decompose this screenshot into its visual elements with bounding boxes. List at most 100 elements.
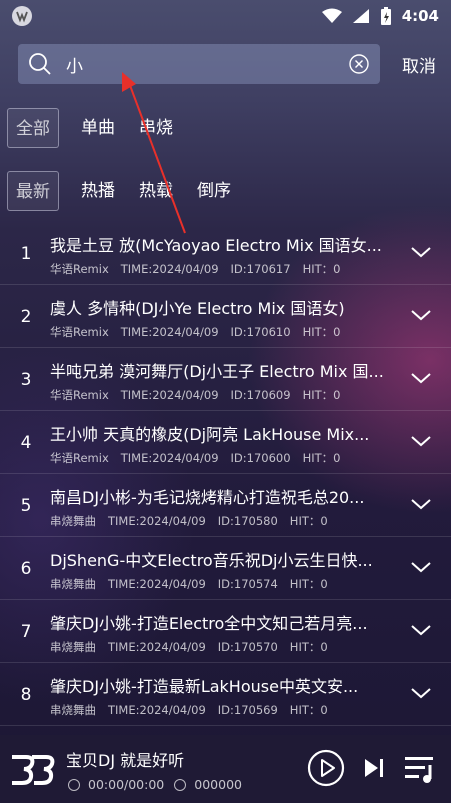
category-filter-row: 全部 单曲 串烧 bbox=[7, 108, 185, 148]
song-id: ID:170617 bbox=[230, 262, 291, 276]
song-meta: 华语Remix TIME:2024/04/09 ID:170617 HIT：0 bbox=[50, 261, 352, 277]
song-list: 1 我是土豆 放(McYaoyao Electro Mix 国语女... 华语R… bbox=[0, 222, 451, 726]
filter-medley[interactable]: 串烧 bbox=[127, 108, 185, 148]
song-time: TIME:2024/04/09 bbox=[108, 577, 206, 591]
search-bar[interactable]: 小 bbox=[18, 44, 380, 84]
sort-reverse[interactable]: 倒序 bbox=[185, 171, 243, 211]
song-id: ID:170574 bbox=[217, 577, 278, 591]
chevron-down-icon[interactable] bbox=[410, 622, 432, 638]
song-id: ID:170609 bbox=[230, 388, 291, 402]
song-time: TIME:2024/04/09 bbox=[108, 640, 206, 654]
song-id: ID:170600 bbox=[230, 451, 291, 465]
next-icon[interactable] bbox=[363, 756, 385, 780]
clock-icon bbox=[68, 778, 80, 791]
song-genre: 华语Remix bbox=[50, 451, 109, 465]
play-icon[interactable] bbox=[307, 749, 345, 787]
song-index: 8 bbox=[20, 685, 32, 705]
song-meta: 华语Remix TIME:2024/04/09 ID:170600 HIT：0 bbox=[50, 450, 352, 466]
wifi-icon bbox=[321, 8, 342, 23]
song-title: 我是土豆 放(McYaoyao Electro Mix 国语女... bbox=[50, 236, 382, 255]
song-index: 4 bbox=[20, 433, 32, 453]
song-row[interactable]: 2 虞人 多情种(DJ小Ye Electro Mix 国语女) 华语Remix T… bbox=[0, 285, 451, 348]
song-meta: 华语Remix TIME:2024/04/09 ID:170609 HIT：0 bbox=[50, 387, 352, 403]
status-time: 4:04 bbox=[401, 7, 439, 25]
song-time: TIME:2024/04/09 bbox=[108, 514, 206, 528]
sort-filter-row: 最新 热播 热载 倒序 bbox=[7, 171, 243, 211]
song-genre: 华语Remix bbox=[50, 325, 109, 339]
song-title: 肇庆DJ小姚-打造Electro全中文知己若月亮... bbox=[50, 614, 368, 633]
filter-single[interactable]: 单曲 bbox=[69, 108, 127, 148]
song-meta: 华语Remix TIME:2024/04/09 ID:170610 HIT：0 bbox=[50, 324, 352, 340]
song-title: 王小帅 天真的橡皮(Dj阿亮 LakHouse Mix... bbox=[50, 425, 370, 444]
app-logo-icon bbox=[12, 755, 55, 785]
chevron-down-icon[interactable] bbox=[410, 307, 432, 323]
player-time: 00:00/00:00 bbox=[88, 777, 165, 792]
count-icon bbox=[174, 778, 187, 791]
player-title: 宝贝DJ 就是好听 bbox=[66, 751, 185, 770]
song-time: TIME:2024/04/09 bbox=[120, 262, 219, 276]
song-hit: HIT：0 bbox=[302, 451, 341, 465]
sort-hot-play[interactable]: 热播 bbox=[69, 171, 127, 211]
song-row[interactable]: 7 肇庆DJ小姚-打造Electro全中文知己若月亮... 串烧舞曲 TIME:2… bbox=[0, 600, 451, 663]
song-time: TIME:2024/04/09 bbox=[108, 703, 206, 717]
song-hit: HIT：0 bbox=[302, 262, 341, 276]
song-id: ID:170580 bbox=[217, 514, 278, 528]
song-index: 7 bbox=[20, 622, 32, 642]
song-id: ID:170610 bbox=[230, 325, 291, 339]
chevron-down-icon[interactable] bbox=[410, 685, 432, 701]
playlist-icon[interactable] bbox=[403, 753, 439, 785]
song-row[interactable]: 1 我是土豆 放(McYaoyao Electro Mix 国语女... 华语R… bbox=[0, 222, 451, 285]
song-id: ID:170569 bbox=[217, 703, 278, 717]
song-title: 半吨兄弟 漠河舞厅(Dj小王子 Electro Mix 国... bbox=[50, 362, 384, 381]
chevron-down-icon[interactable] bbox=[410, 433, 432, 449]
song-row[interactable]: 4 王小帅 天真的橡皮(Dj阿亮 LakHouse Mix... 华语Remix… bbox=[0, 411, 451, 474]
song-hit: HIT：0 bbox=[302, 388, 341, 402]
song-row[interactable]: 5 南昌DJ小彬-为毛记烧烤精心打造祝毛总20... 串烧舞曲 TIME:2024… bbox=[0, 474, 451, 537]
battery-icon bbox=[380, 7, 391, 25]
sort-hot-download[interactable]: 热载 bbox=[127, 171, 185, 211]
song-time: TIME:2024/04/09 bbox=[120, 388, 219, 402]
cancel-button[interactable]: 取消 bbox=[402, 52, 436, 77]
song-title: DjShenG-中文Electro音乐祝Dj小云生日快... bbox=[50, 551, 373, 570]
chevron-down-icon[interactable] bbox=[410, 244, 432, 260]
song-index: 3 bbox=[20, 370, 32, 390]
song-meta: 串烧舞曲 TIME:2024/04/09 ID:170570 HIT：0 bbox=[50, 639, 340, 655]
signal-icon bbox=[352, 9, 369, 23]
song-id: ID:170570 bbox=[217, 640, 278, 654]
song-title: 南昌DJ小彬-为毛记烧烤精心打造祝毛总20... bbox=[50, 488, 365, 507]
song-genre: 串烧舞曲 bbox=[50, 640, 96, 654]
song-index: 1 bbox=[20, 244, 32, 264]
song-hit: HIT：0 bbox=[302, 325, 341, 339]
song-time: TIME:2024/04/09 bbox=[120, 325, 219, 339]
chevron-down-icon[interactable] bbox=[410, 559, 432, 575]
song-genre: 华语Remix bbox=[50, 262, 109, 276]
mini-player[interactable]: 宝贝DJ 就是好听 00:00/00:00 000000 bbox=[0, 735, 451, 803]
chevron-down-icon[interactable] bbox=[410, 496, 432, 512]
song-genre: 串烧舞曲 bbox=[50, 514, 96, 528]
song-row[interactable]: 6 DjShenG-中文Electro音乐祝Dj小云生日快... 串烧舞曲 TIM… bbox=[0, 537, 451, 600]
song-index: 6 bbox=[20, 559, 32, 579]
song-hit: HIT：0 bbox=[289, 640, 328, 654]
song-row[interactable]: 8 肇庆DJ小姚-打造最新LakHouse中英文安... 串烧舞曲 TIME:20… bbox=[0, 663, 451, 726]
song-hit: HIT：0 bbox=[289, 577, 328, 591]
song-index: 2 bbox=[20, 307, 32, 327]
song-hit: HIT：0 bbox=[289, 703, 328, 717]
status-bar: 4:04 bbox=[0, 0, 451, 32]
song-time: TIME:2024/04/09 bbox=[120, 451, 219, 465]
player-info: 00:00/00:00 000000 bbox=[68, 777, 242, 792]
song-row[interactable]: 3 半吨兄弟 漠河舞厅(Dj小王子 Electro Mix 国... 华语Rem… bbox=[0, 348, 451, 411]
song-genre: 华语Remix bbox=[50, 388, 109, 402]
song-index: 5 bbox=[20, 496, 32, 516]
filter-all[interactable]: 全部 bbox=[7, 108, 59, 148]
song-meta: 串烧舞曲 TIME:2024/04/09 ID:170574 HIT：0 bbox=[50, 576, 340, 592]
sort-latest[interactable]: 最新 bbox=[7, 171, 59, 211]
song-hit: HIT：0 bbox=[289, 514, 328, 528]
search-icon bbox=[29, 53, 51, 75]
search-input[interactable]: 小 bbox=[66, 52, 83, 77]
app-notification-icon bbox=[12, 6, 32, 26]
song-title: 虞人 多情种(DJ小Ye Electro Mix 国语女) bbox=[50, 299, 345, 318]
player-count: 000000 bbox=[194, 777, 242, 792]
chevron-down-icon[interactable] bbox=[410, 370, 432, 386]
clear-icon[interactable] bbox=[348, 53, 370, 75]
song-meta: 串烧舞曲 TIME:2024/04/09 ID:170569 HIT：0 bbox=[50, 702, 340, 718]
